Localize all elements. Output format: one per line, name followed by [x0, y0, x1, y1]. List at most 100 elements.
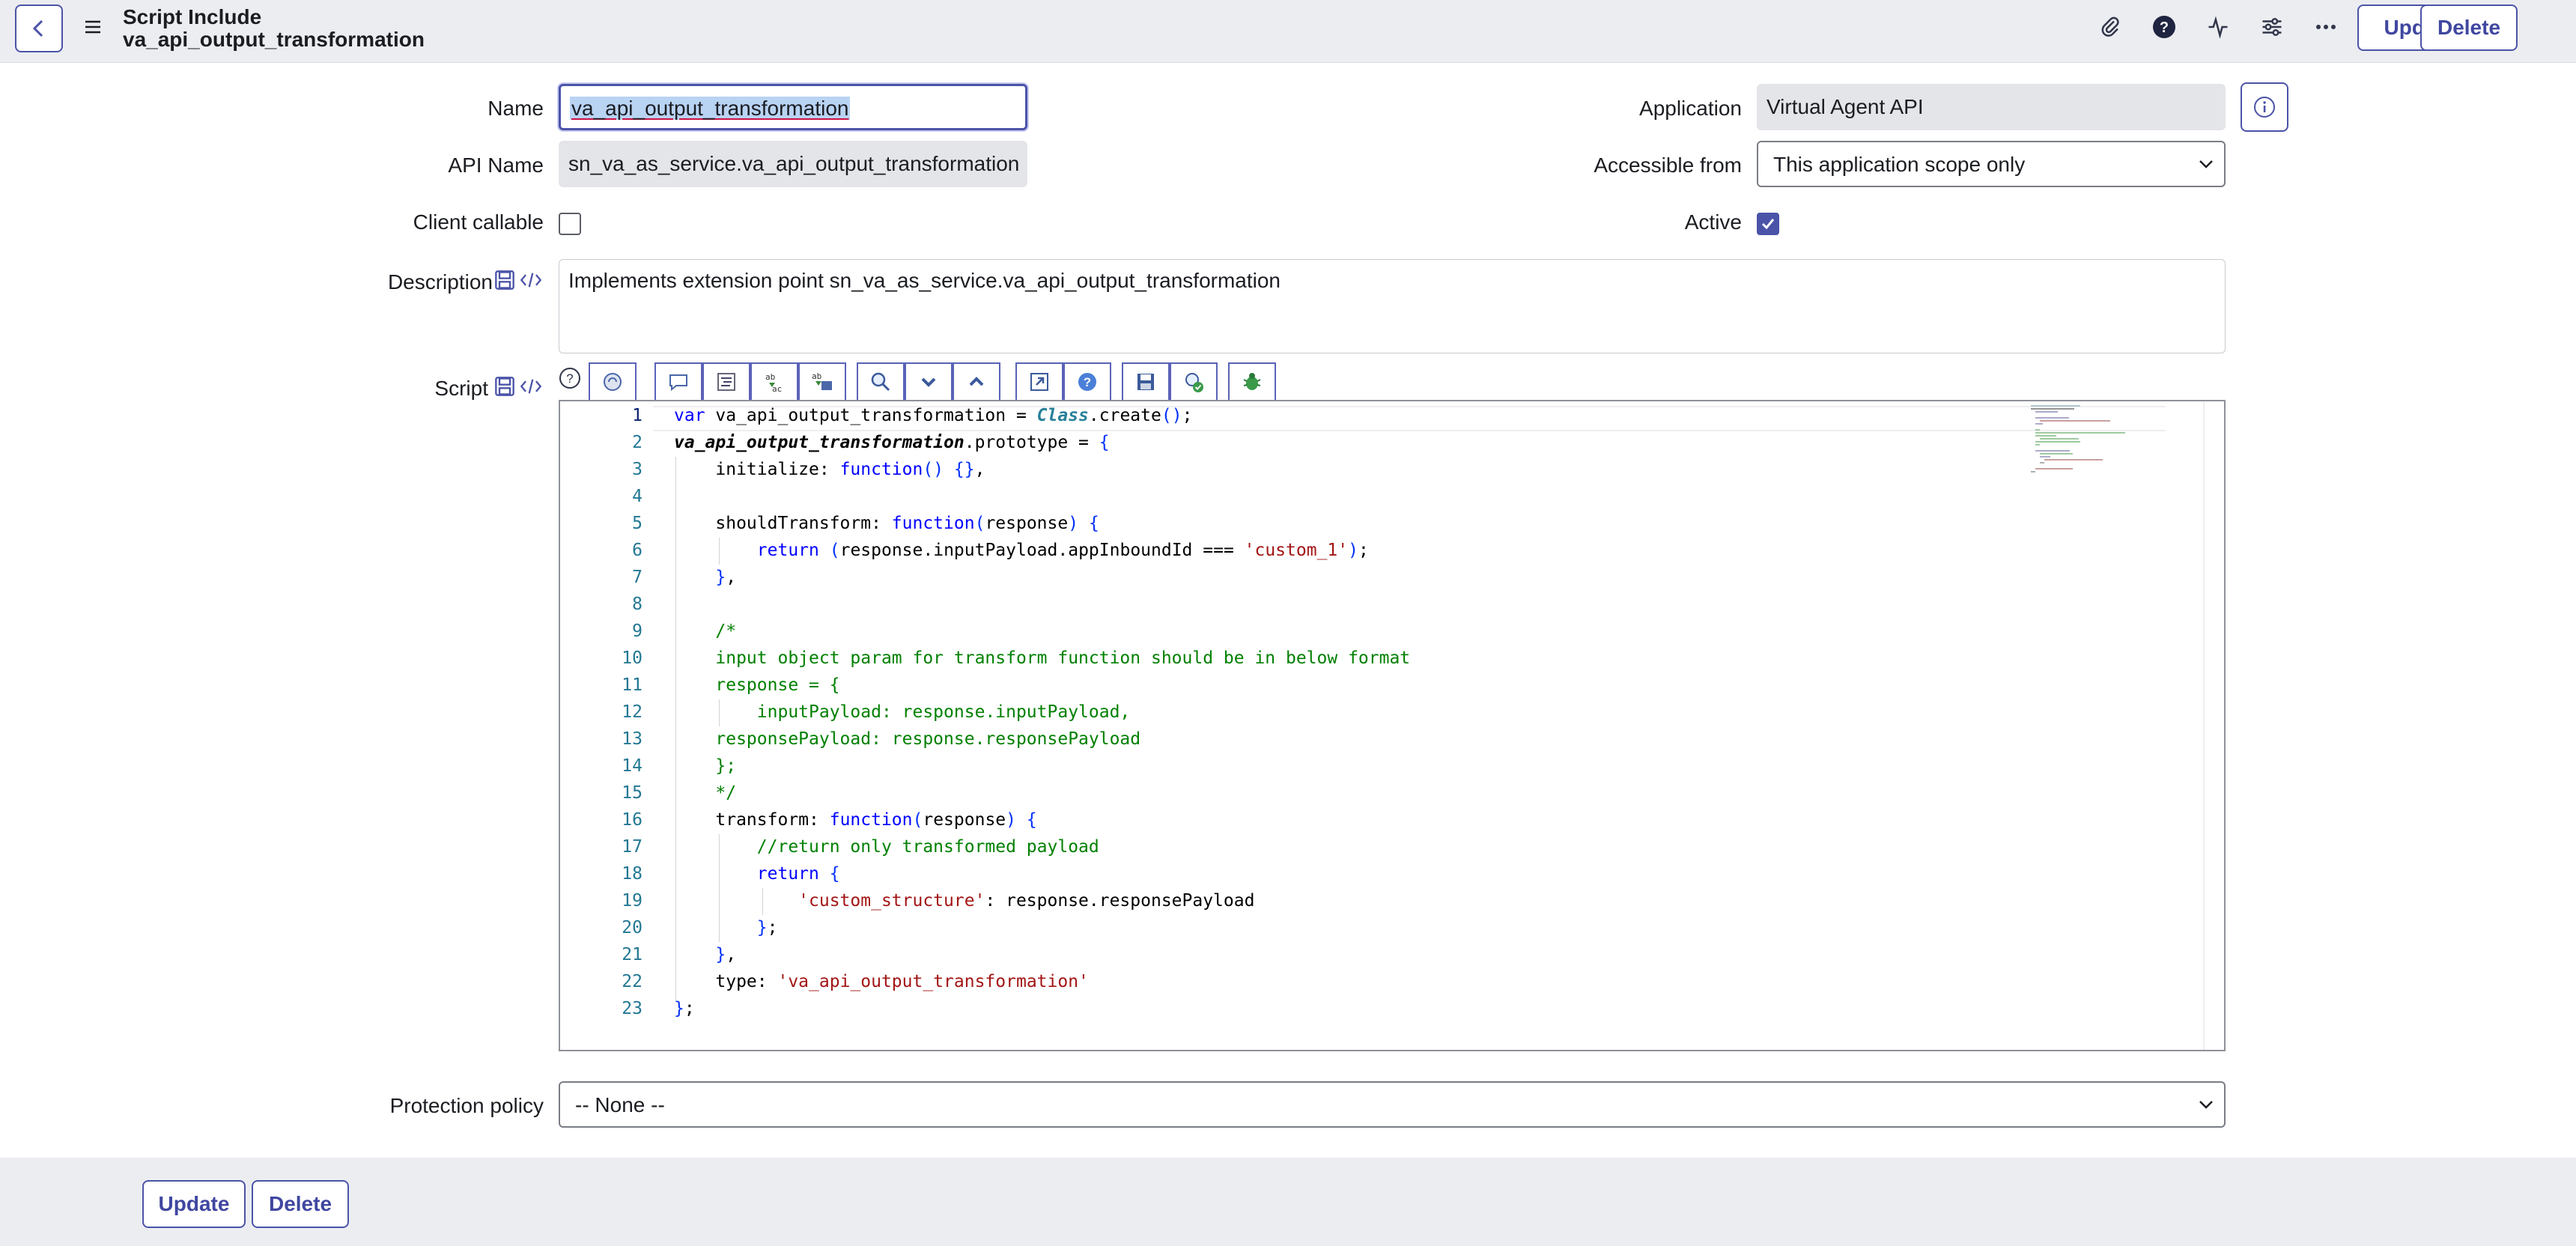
check-syntax-button[interactable] [1170, 362, 1218, 401]
active-checkbox[interactable] [1757, 213, 1779, 235]
line-number: 16 [622, 810, 643, 830]
question-circle-icon[interactable]: ? [2151, 13, 2178, 40]
line-number: 18 [622, 864, 643, 884]
footer-delete-button[interactable]: Delete [252, 1180, 349, 1228]
line-number: 10 [622, 648, 643, 668]
client-callable-checkbox[interactable] [559, 213, 581, 235]
help-icon: ? [1078, 373, 1096, 391]
back-button[interactable] [15, 4, 63, 52]
description-textarea[interactable]: Implements extension point sn_va_as_serv… [559, 259, 2226, 353]
svg-text:?: ? [1084, 375, 1091, 389]
line-number: 7 [632, 568, 643, 587]
line-number: 20 [622, 918, 643, 937]
accessible-from-value: This application scope only [1773, 153, 2026, 176]
code-line: response = { [674, 675, 840, 695]
paperclip-icon[interactable] [2097, 13, 2124, 40]
protection-policy-label: Protection policy [389, 1094, 544, 1117]
form-footer: Update Delete [0, 1158, 2576, 1246]
line-number: 14 [622, 756, 643, 776]
code-line: //return only transformed payload [674, 837, 1099, 857]
line-number: 3 [632, 460, 643, 479]
code-line: }; [674, 756, 737, 776]
svg-text:?: ? [2160, 19, 2169, 36]
code-icon[interactable] [520, 376, 542, 397]
protection-policy-select[interactable]: -- None -- [559, 1081, 2226, 1128]
chevron-down-icon [2199, 1101, 2213, 1109]
line-number: 11 [622, 675, 643, 695]
header-delete-button[interactable]: Delete [2420, 4, 2518, 51]
chevron-down-icon [2199, 160, 2213, 168]
accessible-from-label: Accessible from [1594, 154, 1742, 177]
save-icon[interactable] [494, 270, 515, 291]
info-icon [2254, 97, 2275, 118]
name-input-value: va_api_output_transformation [570, 97, 851, 120]
script-help-icon[interactable]: ? [559, 367, 581, 389]
line-number: 22 [622, 972, 643, 991]
fullscreen-button[interactable] [1015, 362, 1063, 401]
line-number-gutter: 1 2 3 4 5 6 7 8 9 10 11 12 13 14 15 16 1… [560, 401, 653, 1050]
expand-icon [1030, 373, 1048, 391]
find-next-button[interactable] [905, 362, 953, 401]
protection-policy-value: -- None -- [575, 1093, 665, 1116]
format-code-icon [717, 373, 735, 391]
svg-text:ac: ac [772, 384, 782, 394]
svg-text:ab: ab [812, 371, 821, 381]
replace-all-button[interactable]: ab [798, 362, 846, 401]
save-script-button[interactable] [1122, 362, 1170, 401]
code-icon[interactable] [520, 270, 542, 291]
debugger-icon [1243, 373, 1261, 390]
accessible-from-select[interactable]: This application scope only [1757, 141, 2226, 187]
code-line: shouldTransform: function(response) { [674, 514, 1099, 533]
replace-button[interactable]: ab ac [750, 362, 798, 401]
line-number: 8 [632, 595, 643, 614]
checkmark-icon [1761, 219, 1775, 230]
application-field: Virtual Agent API [1757, 84, 2226, 130]
line-number: 15 [622, 783, 643, 803]
code-line: }; [674, 999, 695, 1018]
footer-update-button[interactable]: Update [142, 1180, 246, 1228]
application-label: Application [1639, 97, 1742, 120]
code-line: }; [756, 918, 778, 937]
name-input[interactable]: va_api_output_transformation [559, 84, 1027, 130]
description-label: Description [387, 270, 493, 294]
replace-icon: ab ac [765, 372, 782, 394]
format-code-button[interactable] [702, 362, 750, 401]
script-code-editor[interactable]: 1 2 3 4 5 6 7 8 9 10 11 12 13 14 15 16 1… [559, 400, 2226, 1051]
sliders-icon[interactable] [2258, 13, 2285, 40]
code-line: return (response.inputPayload.appInbound… [756, 541, 1369, 560]
line-number: 9 [632, 622, 643, 641]
line-number: 21 [622, 945, 643, 964]
record-type-title: Script Include [123, 5, 262, 28]
line-number: 1 [632, 406, 643, 425]
chevron-left-icon [32, 19, 43, 37]
code-line: /* [674, 622, 737, 641]
chevron-up-icon [969, 377, 984, 386]
code-minimap[interactable] [2028, 403, 2163, 478]
toggle-comment-button[interactable] [654, 362, 702, 401]
application-info-button[interactable] [2241, 82, 2288, 132]
name-label: Name [487, 97, 544, 120]
syntax-check-icon [1185, 373, 1203, 392]
search-button[interactable] [857, 362, 905, 401]
script-label: Script [434, 377, 488, 400]
hamburger-menu-icon[interactable] [84, 18, 102, 36]
code-line: input object param for transform functio… [674, 648, 1411, 668]
client-callable-label: Client callable [413, 210, 544, 234]
editor-help-button[interactable]: ? [1063, 362, 1111, 401]
code-line: }, [715, 945, 737, 964]
code-line: }, [715, 568, 737, 587]
code-line: type: 'va_api_output_transformation' [674, 972, 1089, 991]
toggle-syntax-editor-button[interactable] [589, 362, 637, 401]
script-debugger-button[interactable] [1228, 362, 1276, 401]
code-line: transform: function(response) { [674, 810, 1037, 830]
find-previous-button[interactable] [953, 362, 1000, 401]
description-field-icons [494, 270, 542, 291]
floppy-icon [1137, 374, 1154, 390]
line-number: 17 [622, 837, 643, 857]
api-name-label: API Name [448, 154, 544, 177]
save-icon[interactable] [494, 376, 515, 397]
pulse-icon[interactable] [2205, 13, 2232, 40]
code-line: 'custom_structure': response.responsePay… [798, 891, 1255, 911]
ellipsis-icon[interactable] [2312, 13, 2339, 40]
editor-scrollbar[interactable] [2203, 401, 2205, 1050]
